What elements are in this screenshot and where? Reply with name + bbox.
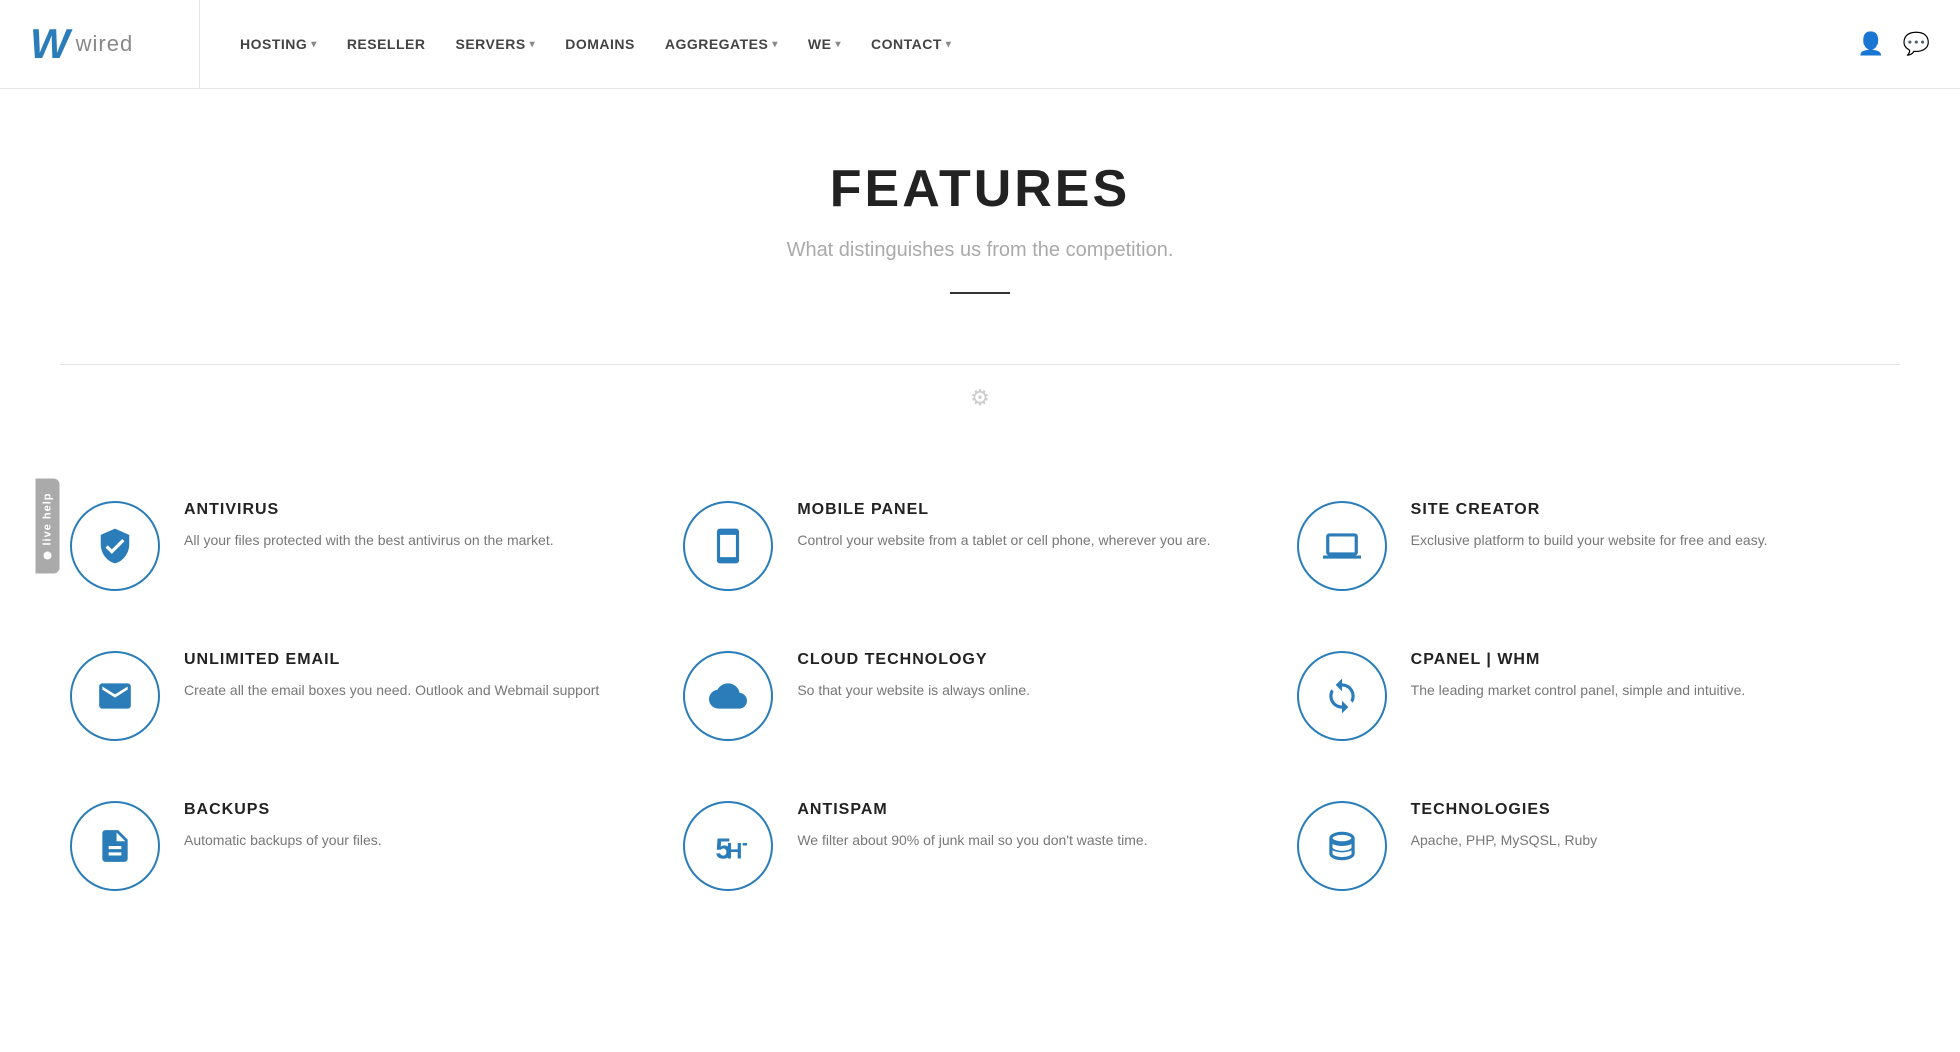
antispam-icon: 5 HTML <box>709 827 747 865</box>
chat-icon[interactable]: 💬 <box>1903 31 1930 57</box>
svg-text:HTML: HTML <box>727 839 748 864</box>
main-nav: HOSTING ▾ RESELLER SERVERS ▾ DOMAINS AGG… <box>200 36 1827 52</box>
laptop-icon <box>1323 527 1361 565</box>
live-help-tab[interactable]: live help <box>36 478 60 573</box>
chevron-down-icon: ▾ <box>530 39 536 50</box>
hero-divider <box>950 292 1010 294</box>
features-grid: ANTIVIRUS All your files protected with … <box>0 431 1960 981</box>
header-icons: 👤 💬 <box>1827 31 1960 57</box>
feature-technologies: TECHNOLOGIES Apache, PHP, MySQSL, Ruby <box>1287 771 1900 921</box>
feature-unlimited-email: UNLIMITED EMAIL Create all the email box… <box>60 621 673 771</box>
antivirus-title: ANTIVIRUS <box>184 501 554 519</box>
nav-contact[interactable]: CONTACT ▾ <box>871 36 951 52</box>
feature-site-creator: SITE CREATOR Exclusive platform to build… <box>1287 471 1900 621</box>
live-help-label: live help <box>42 492 54 545</box>
feature-cloud-technology: CLOUD TECHNOLOGY So that your website is… <box>673 621 1286 771</box>
db-icon-circle <box>1297 801 1387 891</box>
cpanel-title: CPANEL | WHM <box>1411 651 1746 669</box>
cloud-icon-circle <box>683 651 773 741</box>
feature-mobile-panel: MOBILE PANEL Control your website from a… <box>673 471 1286 621</box>
mobile-icon-circle <box>683 501 773 591</box>
cpanel-icon-circle <box>1297 651 1387 741</box>
chevron-down-icon: ▾ <box>946 39 952 50</box>
cpanel-icon <box>1323 677 1361 715</box>
mobile-panel-title: MOBILE PANEL <box>797 501 1210 519</box>
backup-icon-circle <box>70 801 160 891</box>
logo-area: W wired <box>0 0 200 88</box>
chevron-down-icon: ▾ <box>835 39 841 50</box>
nav-domains[interactable]: DOMAINS <box>565 36 635 52</box>
antispam-desc: We filter about 90% of junk mail so you … <box>797 829 1147 851</box>
antispam-title: ANTISPAM <box>797 801 1147 819</box>
cloud-technology-title: CLOUD TECHNOLOGY <box>797 651 1030 669</box>
antivirus-desc: All your files protected with the best a… <box>184 529 554 551</box>
user-icon[interactable]: 👤 <box>1857 31 1884 57</box>
technologies-title: TECHNOLOGIES <box>1411 801 1598 819</box>
logo-w-letter: W <box>30 23 70 65</box>
mobile-icon <box>709 527 747 565</box>
mobile-panel-desc: Control your website from a tablet or ce… <box>797 529 1210 551</box>
nav-we[interactable]: WE ▾ <box>808 36 841 52</box>
feature-backups: BACKUPS Automatic backups of your files. <box>60 771 673 921</box>
site-creator-desc: Exclusive platform to build your website… <box>1411 529 1768 551</box>
backups-title: BACKUPS <box>184 801 382 819</box>
feature-cpanel: CPANEL | WHM The leading market control … <box>1287 621 1900 771</box>
cpanel-desc: The leading market control panel, simple… <box>1411 679 1746 701</box>
antispam-icon-circle: 5 HTML <box>683 801 773 891</box>
chevron-down-icon: ▾ <box>311 39 317 50</box>
unlimited-email-desc: Create all the email boxes you need. Out… <box>184 679 599 701</box>
hero-section: FEATURES What distinguishes us from the … <box>0 89 1960 344</box>
nav-hosting[interactable]: HOSTING ▾ <box>240 36 317 52</box>
cloud-technology-desc: So that your website is always online. <box>797 679 1030 701</box>
gear-icon: ⚙ <box>970 385 990 411</box>
cloud-icon <box>709 677 747 715</box>
shield-icon <box>96 527 134 565</box>
email-icon-circle <box>70 651 160 741</box>
laptop-icon-circle <box>1297 501 1387 591</box>
live-help-dot <box>44 552 52 560</box>
feature-antivirus: ANTIVIRUS All your files protected with … <box>60 471 673 621</box>
page-title: FEATURES <box>20 159 1940 219</box>
nav-aggregates[interactable]: AGGREGATES ▾ <box>665 36 778 52</box>
technologies-desc: Apache, PHP, MySQSL, Ruby <box>1411 829 1598 851</box>
hero-subtitle: What distinguishes us from the competiti… <box>20 239 1940 262</box>
backup-icon <box>96 827 134 865</box>
logo-text: wired <box>76 31 134 57</box>
backups-desc: Automatic backups of your files. <box>184 829 382 851</box>
nav-servers[interactable]: SERVERS ▾ <box>456 36 536 52</box>
unlimited-email-title: UNLIMITED EMAIL <box>184 651 599 669</box>
nav-reseller[interactable]: RESELLER <box>347 36 426 52</box>
antivirus-icon-circle <box>70 501 160 591</box>
header: W wired HOSTING ▾ RESELLER SERVERS ▾ DOM… <box>0 0 1960 89</box>
feature-antispam: 5 HTML ANTISPAM We filter about 90% of j… <box>673 771 1286 921</box>
email-icon <box>96 677 134 715</box>
chevron-down-icon: ▾ <box>772 39 778 50</box>
site-creator-title: SITE CREATOR <box>1411 501 1768 519</box>
gear-separator: ⚙ <box>60 364 1900 431</box>
db-icon <box>1323 827 1361 865</box>
